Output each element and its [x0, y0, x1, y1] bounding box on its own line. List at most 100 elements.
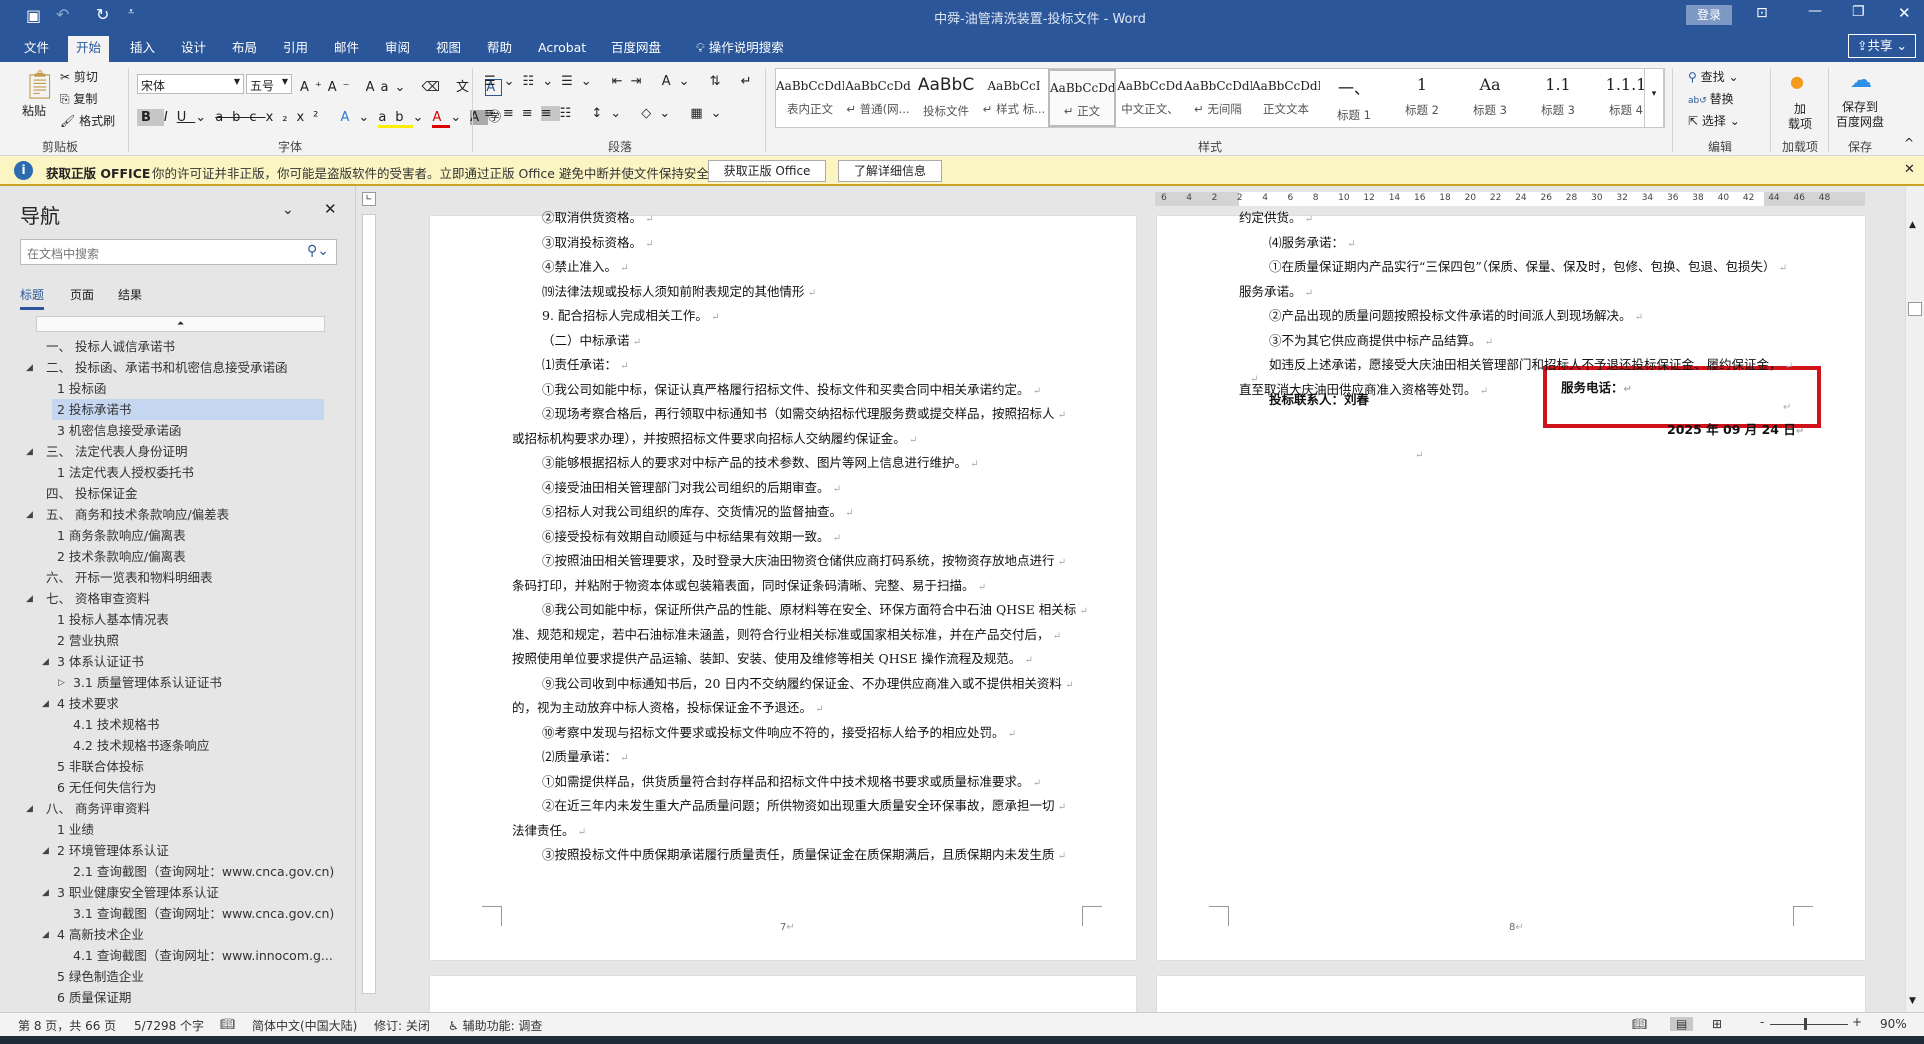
expand-collapse-icon[interactable]: ▷: [58, 678, 65, 688]
paragraph-line[interactable]: 条码打印，并粘附于物资本体或包装箱表面，同时保证条码清晰、完整、易于扫描。 ↵: [512, 574, 986, 600]
tab-review[interactable]: 审阅: [377, 36, 418, 62]
style-item[interactable]: AaBbCcDdI ↵ 无间隔: [1184, 69, 1252, 127]
expand-collapse-icon[interactable]: ◢: [42, 657, 49, 667]
addins-button[interactable]: 加 载项: [1788, 102, 1812, 132]
nav-search-input[interactable]: 在文档中搜索 ⚲⌄: [20, 239, 337, 265]
ribbon-display-icon[interactable]: ⊡: [1756, 5, 1768, 21]
nav-heading-item[interactable]: 四、 投标保证金: [42, 483, 137, 504]
nav-heading-item[interactable]: 一、 投标人诚信承诺书: [42, 336, 175, 357]
word-count[interactable]: 5/7298 个字: [134, 1017, 204, 1034]
nav-heading-item[interactable]: 5 非联合体投标: [53, 756, 144, 777]
nav-heading-item[interactable]: 3.1 查询截图（查询网址：www.cnca.gov.cn): [69, 903, 334, 924]
restore-button[interactable]: ❐: [1852, 4, 1865, 20]
style-item[interactable]: AaBbCcDd 中文正文、: [1116, 69, 1184, 127]
close-button[interactable]: ✕: [1898, 4, 1911, 22]
paragraph-line[interactable]: 服务承诺。 ↵: [1239, 280, 1313, 306]
tab-layout[interactable]: 布局: [224, 36, 265, 62]
paragraph-line[interactable]: ①在质量保证期内产品实行“三保四包”（保质、保量、保及时，包修、包换、包退、包损…: [1269, 255, 1787, 281]
scroll-thumb[interactable]: [1908, 302, 1922, 316]
style-item[interactable]: 1.1 标题 3: [1524, 69, 1592, 127]
select-button[interactable]: ⇱ 选择 ⌄: [1688, 112, 1740, 129]
zoom-slider[interactable]: - +: [1760, 1015, 1862, 1031]
nav-heading-item[interactable]: 五、 商务和技术条款响应/偏差表: [42, 504, 229, 525]
scroll-to-top-button[interactable]: ⏶: [36, 316, 325, 332]
paragraph-line[interactable]: 约定供货。 ↵: [1239, 206, 1313, 232]
read-mode-icon[interactable]: 📖︎: [1632, 1017, 1647, 1031]
tab-references[interactable]: 引用: [275, 36, 316, 62]
nav-heading-item[interactable]: 八、 商务评审资料: [42, 798, 150, 819]
nav-heading-item[interactable]: 3.1 质量管理体系认证证书: [69, 672, 222, 693]
horizontal-ruler[interactable]: 6 4 2 2 4 6 8 10 12 14 16 18 20 22 24 26 28 30 32 34 36 38 40 4…: [1155, 192, 1865, 206]
accessibility[interactable]: ♿︎ 辅助功能: 调查: [448, 1017, 542, 1034]
tab-baidu[interactable]: 百度网盘: [603, 36, 669, 62]
page-9[interactable]: [430, 976, 1136, 1016]
nav-heading-item[interactable]: 4 高新技术企业: [53, 924, 144, 945]
paragraph-line[interactable]: 按照使用单位要求提供产品运输、装卸、安装、使用及维修等相关 QHSE 操作流程及…: [512, 647, 1033, 673]
paragraph-line[interactable]: ③能够根据招标人的要求对中标产品的技术参数、图片等网上信息进行维护。 ↵: [542, 451, 979, 477]
style-item[interactable]: 1 标题 2: [1388, 69, 1456, 127]
paragraph-line[interactable]: ②取消供货资格。 ↵: [542, 206, 654, 232]
paragraph-line[interactable]: ③按照投标文件中质保期承诺履行质量责任，质量保证金在质保期满后，且质保期内未发生…: [542, 843, 1066, 869]
nav-heading-item[interactable]: 1 商务条款响应/偏离表: [53, 525, 186, 546]
style-item[interactable]: AaBbCcDdI ↵ 正文: [1048, 69, 1116, 127]
bold-button[interactable]: B: [137, 109, 164, 126]
list-buttons[interactable]: ☰⌄☷⌄☰⌄ ⇤⇥ A⌄ ⇅ ↵: [484, 74, 760, 89]
nav-tab-results[interactable]: 结果: [118, 286, 142, 303]
tab-view[interactable]: 视图: [428, 36, 469, 62]
tab-insert[interactable]: 插入: [122, 36, 163, 62]
expand-collapse-icon[interactable]: ◢: [26, 510, 33, 520]
nav-heading-item[interactable]: 二、 投标函、承诺书和机密信息接受承诺函: [42, 357, 287, 378]
tab-acrobat[interactable]: Acrobat: [530, 36, 594, 62]
tab-selector[interactable]: ∟: [362, 192, 376, 206]
nav-tab-pages[interactable]: 页面: [70, 286, 94, 303]
expand-collapse-icon[interactable]: ◢: [26, 594, 33, 604]
redo-icon[interactable]: ↻: [96, 5, 109, 24]
nav-heading-item[interactable]: 6 质量保证期: [53, 987, 131, 1008]
proofing-icon[interactable]: 📖︎: [220, 1017, 235, 1031]
tab-home[interactable]: 开始: [68, 36, 110, 62]
expand-collapse-icon[interactable]: ◢: [26, 447, 33, 457]
style-item[interactable]: AaBbCcDd ↵ 普通(网...: [844, 69, 912, 127]
style-item[interactable]: AaBbCcI ↵ 样式 标...: [980, 69, 1048, 127]
nav-heading-item[interactable]: 2 投标承诺书: [52, 399, 324, 420]
paste-button[interactable]: 粘贴: [22, 102, 46, 119]
paste-icon[interactable]: 📋︎: [22, 68, 58, 101]
nav-tab-headings[interactable]: 标题: [20, 286, 45, 310]
language[interactable]: 简体中文(中国大陆): [252, 1017, 357, 1034]
paragraph-line[interactable]: （二）中标承诺 ↵: [542, 329, 641, 355]
print-layout-icon[interactable]: ▤: [1670, 1017, 1694, 1031]
paragraph-line[interactable]: ⑦按照油田相关管理要求，及时登录大庆油田物资仓储供应商打码系统，按物资存放地点进…: [542, 549, 1066, 575]
style-item[interactable]: AaBbC 投标文件: [912, 69, 980, 127]
minimize-button[interactable]: —: [1808, 3, 1822, 19]
expand-collapse-icon[interactable]: ◢: [42, 930, 49, 940]
paragraph-line[interactable]: ⑥接受投标有效期自动顺延与中标结果有效期一致。 ↵: [542, 525, 841, 551]
tab-file[interactable]: 文件: [16, 36, 57, 62]
get-genuine-button[interactable]: 获取正版 Office: [708, 160, 826, 182]
nav-heading-item[interactable]: 4.2 技术规格书逐条响应: [69, 735, 209, 756]
style-item[interactable]: Aa 标题 3: [1456, 69, 1524, 127]
paragraph-line[interactable]: ⑨我公司收到中标通知书后，20 日内不交纳履约保证金、不办理供应商准入或不提供相…: [542, 672, 1073, 698]
tell-me-search[interactable]: 💡︎ 操作说明搜索: [688, 36, 792, 62]
paragraph-line[interactable]: 如违反上述承诺，愿接受大庆油田相关管理部门和招标人不予退还投标保证金、履约保证金…: [1269, 353, 1793, 379]
save-icon[interactable]: ▣: [26, 6, 41, 25]
format-painter-button[interactable]: 🖌︎ 格式刷: [60, 112, 115, 129]
cut-button[interactable]: ✂ 剪切: [60, 68, 98, 85]
paragraph-line[interactable]: 准、规范和规定，若中石油标准未涵盖，则符合行业相关标准或国家相关标准，并在产品交…: [512, 623, 1061, 649]
expand-collapse-icon[interactable]: ◢: [42, 888, 49, 898]
nav-heading-item[interactable]: 4.1 技术规格书: [69, 714, 159, 735]
paragraph-line[interactable]: ④接受油田相关管理部门对我公司组织的后期审查。 ↵: [542, 476, 841, 502]
paragraph-line[interactable]: 9. 配合招标人完成相关工作。 ↵: [542, 304, 719, 330]
web-layout-icon[interactable]: ⊞: [1712, 1017, 1722, 1031]
styles-gallery[interactable]: AaBbCcDdI 表内正文 AaBbCcDd ↵ 普通(网... AaBbC 投标文件 A…: [775, 68, 1665, 128]
page-8[interactable]: ↵ 投标联系人：刘春 服务电话：↵ ↵ 2025 年 09 月 24 日↵ ↵ …: [1157, 210, 1865, 960]
tab-mailings[interactable]: 邮件: [326, 36, 367, 62]
paragraph-line[interactable]: 直至取消大庆油田供应商准入资格等处罚。 ↵: [1239, 378, 1488, 404]
save-to-baidu-button[interactable]: 保存到 百度网盘: [1836, 100, 1884, 130]
paragraph-line[interactable]: ⑷服务承诺： ↵: [1269, 231, 1356, 257]
zoom-thumb[interactable]: [1804, 1018, 1807, 1030]
style-item[interactable]: AaBbCcDdI 表内正文: [776, 69, 844, 127]
vertical-scrollbar[interactable]: ▲ ▼: [1905, 186, 1924, 1012]
paragraph-line[interactable]: ①如需提供样品，供货质量符合封存样品和招标文件中技术规格书要求或质量标准要求。 …: [542, 770, 1041, 796]
nav-heading-item[interactable]: 2 营业执照: [53, 630, 119, 651]
copy-button[interactable]: ⎘ 复制: [60, 90, 97, 107]
